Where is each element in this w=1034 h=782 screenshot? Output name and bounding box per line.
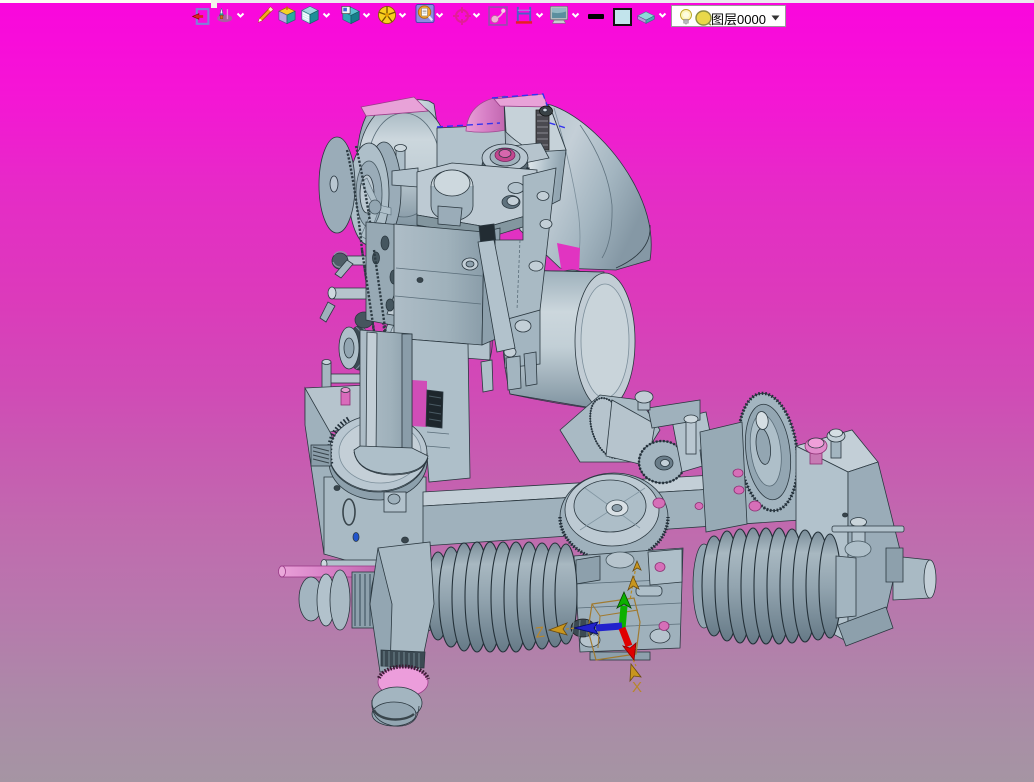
svg-text:X: X — [632, 679, 642, 696]
